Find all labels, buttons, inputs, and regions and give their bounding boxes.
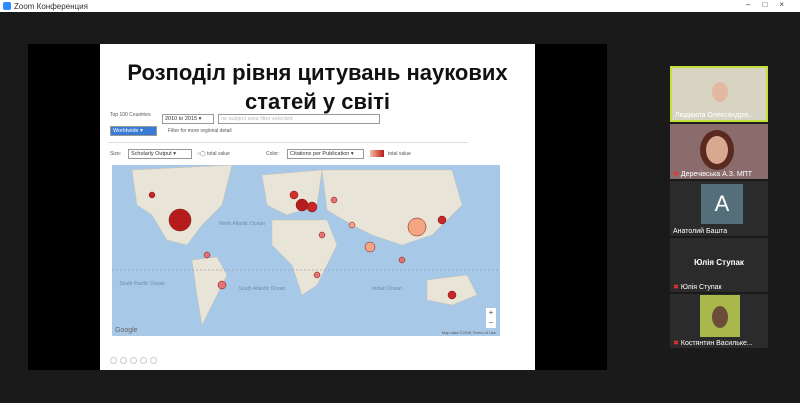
map-footer[interactable]: Map data ©2016 Terms of Use [442, 330, 496, 335]
label-south-pacific: South Pacific Ocean [119, 281, 165, 287]
window-controls[interactable]: –□× [746, 0, 796, 9]
color-label: Color: [266, 151, 280, 157]
participant-tile-4[interactable]: Юлія Ступак ✖ Юлія Ступак [670, 238, 768, 292]
color-value: Citations per Publication [290, 151, 350, 157]
zoom-out-button[interactable]: − [486, 318, 496, 328]
bubble-india[interactable] [364, 241, 376, 253]
participant-name: Анатолий Башта [673, 228, 728, 235]
bubble[interactable] [148, 191, 156, 199]
size-select[interactable]: Scholarly Output ▾ [128, 149, 192, 159]
participant-tile-2[interactable]: ✖ Деречівська А.З. МПТ [670, 124, 768, 179]
svg-text:South Pacific Ocean: South Pacific Ocean [119, 281, 165, 287]
bubble-usa[interactable] [168, 208, 192, 232]
label-north-atlantic: North Atlantic Ocean [219, 221, 265, 227]
size-legend-text: total value [207, 151, 230, 157]
bubble[interactable] [330, 196, 338, 204]
google-logo: Google [115, 327, 138, 334]
title-bar: Zoom Конференция –□× [0, 0, 800, 12]
participant-tile-3[interactable]: A Анатолий Башта [670, 181, 768, 236]
participant-video [712, 82, 728, 102]
region-value: Worldwide [113, 128, 139, 134]
bubble[interactable] [348, 221, 356, 229]
map-zoom-control: + − [486, 308, 496, 328]
period-select[interactable]: 2010 to 2015 ▾ [162, 114, 214, 124]
top-countries-label: Top 100 Countries [110, 112, 151, 118]
subject-placeholder: no subject area filter selected [221, 116, 293, 122]
bubble[interactable] [313, 271, 321, 279]
participant-name: Людмила Олександрів... [675, 112, 755, 119]
participant-name: ✖ Деречівська А.З. МПТ [673, 171, 752, 178]
muted-mic-icon: ✖ [673, 284, 679, 291]
bubble-china[interactable] [407, 217, 427, 237]
window-title: Zoom Конференция [14, 1, 88, 11]
color-legend: total value [388, 151, 411, 157]
bubble-uk[interactable] [295, 198, 309, 212]
region-select[interactable]: Worldwide ▾ [110, 126, 157, 136]
bubble-europe[interactable] [289, 190, 299, 200]
size-value: Scholarly Output [131, 151, 172, 157]
svg-text:North Atlantic Ocean: North Atlantic Ocean [219, 221, 265, 227]
bubble-australia[interactable] [447, 290, 457, 300]
region-hint: Filter for more regional detail [168, 128, 232, 134]
svg-text:South Atlantic Ocean: South Atlantic Ocean [239, 286, 286, 292]
bubble[interactable] [203, 251, 211, 259]
period-value: 2010 to 2015 [165, 116, 198, 122]
participant-name: ✖ Костянтин Васильке... [673, 340, 753, 347]
participant-name: ✖ Юлія Ступак [673, 284, 722, 291]
svg-text:Indian Ocean: Indian Ocean [372, 286, 402, 292]
bubble[interactable] [398, 256, 406, 264]
subject-filter[interactable]: no subject area filter selected [218, 114, 380, 124]
slide-title: Розподіл рівня цитувань наукових статей … [127, 60, 508, 114]
participant-tile-5[interactable]: ✖ Костянтин Васильке... [670, 294, 768, 348]
bubble-brazil[interactable] [217, 280, 227, 290]
slide-navigation[interactable] [110, 357, 157, 364]
label-south-atlantic: South Atlantic Ocean [239, 286, 286, 292]
muted-mic-icon: ✖ [673, 171, 679, 178]
size-label: Size: [110, 151, 122, 157]
color-select[interactable]: Citations per Publication ▾ [287, 149, 364, 159]
bubble[interactable] [318, 231, 326, 239]
label-indian-ocean: Indian Ocean [372, 286, 402, 292]
avatar: A [701, 184, 743, 224]
zoom-in-button[interactable]: + [486, 308, 496, 318]
zoom-logo-icon [3, 2, 11, 10]
bubble-japan[interactable] [437, 215, 447, 225]
divider [108, 142, 468, 143]
size-legend: ○◯ total value [197, 151, 230, 157]
color-scale [370, 150, 384, 157]
participant-center-name: Юлія Ступак [694, 258, 744, 267]
map-land: North Atlantic Ocean South Pacific Ocean… [112, 165, 500, 326]
world-map[interactable]: North Atlantic Ocean South Pacific Ocean… [112, 165, 500, 336]
presentation-slide: Розподіл рівня цитувань наукових статей … [100, 44, 535, 370]
muted-mic-icon: ✖ [673, 340, 679, 347]
participant-tile-1[interactable]: Людмила Олександрів... [670, 66, 768, 122]
bubble-germany[interactable] [306, 201, 318, 213]
